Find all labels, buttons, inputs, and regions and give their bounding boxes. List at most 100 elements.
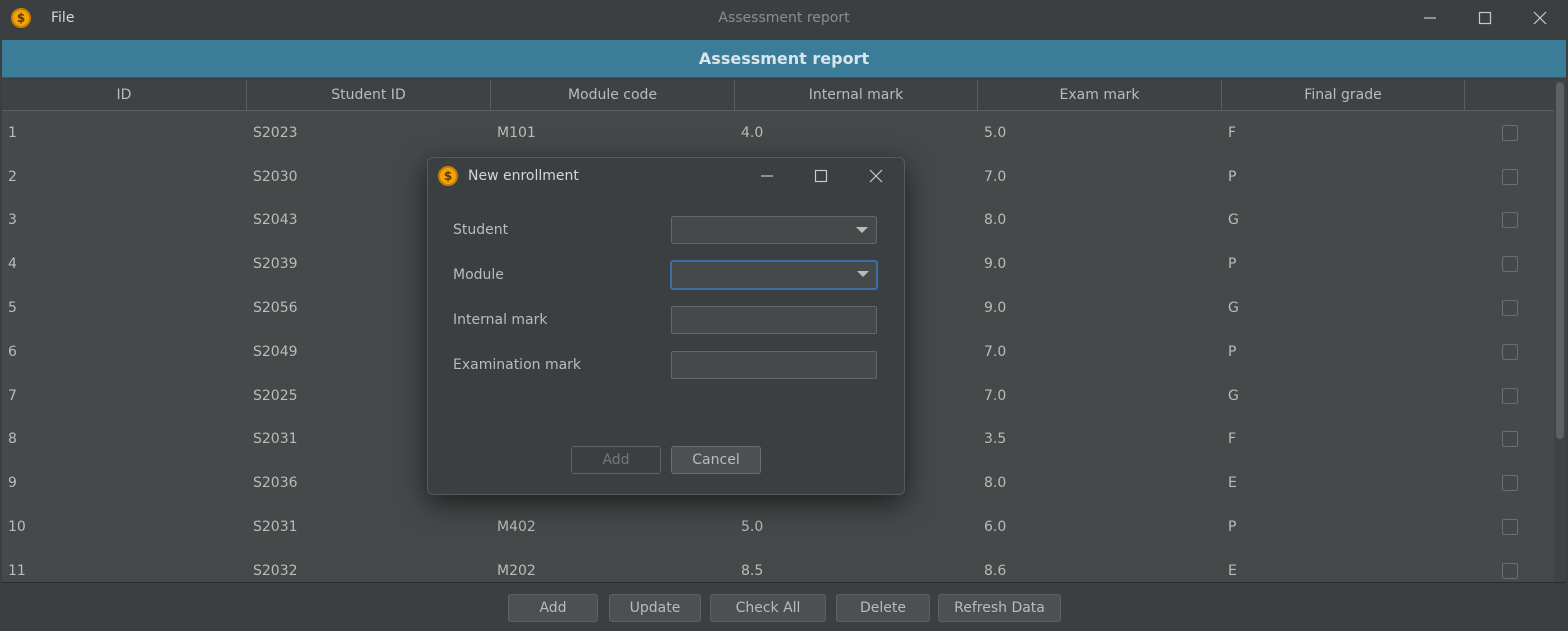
table-header: ID Student ID Module code Internal mark … xyxy=(2,80,1554,111)
cell-id: 4 xyxy=(8,256,17,273)
row-checkbox[interactable] xyxy=(1501,519,1518,536)
cell-grade: P xyxy=(1228,256,1237,273)
cell-grade: P xyxy=(1228,519,1237,536)
dialog-title: New enrollment xyxy=(468,168,579,184)
cell-grade: G xyxy=(1228,212,1239,229)
cell-internal: 4.0 xyxy=(741,124,764,141)
dialog-close-button[interactable] xyxy=(862,164,890,188)
row-checkbox[interactable] xyxy=(1501,431,1518,448)
internal-mark-label: Internal mark xyxy=(453,312,548,328)
column-header-internal-mark[interactable]: Internal mark xyxy=(735,80,978,111)
column-header-select[interactable] xyxy=(1465,80,1554,111)
cell-grade: P xyxy=(1228,168,1237,185)
cell-module: M101 xyxy=(497,124,536,141)
cell-exam: 5.0 xyxy=(984,124,1007,141)
column-header-student-id[interactable]: Student ID xyxy=(247,80,491,111)
table-row[interactable]: 1 S2023 M101 4.0 5.0 F xyxy=(2,111,1554,155)
row-checkbox[interactable] xyxy=(1501,124,1518,141)
cell-select xyxy=(1465,387,1554,404)
cell-select xyxy=(1465,256,1554,273)
cell-grade: P xyxy=(1228,343,1237,360)
module-label: Module xyxy=(453,267,504,283)
row-checkbox[interactable] xyxy=(1501,562,1518,579)
student-select[interactable] xyxy=(671,216,877,244)
cell-student: S2032 xyxy=(253,562,298,579)
column-header-final-grade[interactable]: Final grade xyxy=(1222,80,1465,111)
cell-exam: 9.0 xyxy=(984,256,1007,273)
cell-exam: 6.0 xyxy=(984,519,1007,536)
table-row[interactable]: 10 S2031 M402 5.0 6.0 P xyxy=(2,505,1554,549)
cell-internal: 8.5 xyxy=(741,562,764,579)
dialog-cancel-button[interactable]: Cancel xyxy=(671,446,761,474)
cell-id: 5 xyxy=(8,300,17,317)
close-button[interactable] xyxy=(1525,6,1555,30)
cell-id: 6 xyxy=(8,343,17,360)
cell-id: 9 xyxy=(8,475,17,492)
chevron-down-icon xyxy=(857,271,869,277)
title-bar: $ File Assessment report xyxy=(0,0,1568,38)
row-checkbox[interactable] xyxy=(1501,300,1518,317)
maximize-icon xyxy=(1478,11,1492,25)
cell-id: 2 xyxy=(8,168,17,185)
scrollbar-thumb[interactable] xyxy=(1556,82,1564,439)
cell-select xyxy=(1465,562,1554,579)
update-button[interactable]: Update xyxy=(609,594,701,622)
cell-exam: 3.5 xyxy=(984,431,1007,448)
dialog-minimize-button[interactable] xyxy=(753,164,781,188)
cell-select xyxy=(1465,168,1554,185)
cell-id: 8 xyxy=(8,431,17,448)
close-icon xyxy=(869,169,883,183)
cell-exam: 7.0 xyxy=(984,387,1007,404)
add-button[interactable]: Add xyxy=(508,594,598,622)
cell-id: 3 xyxy=(8,212,17,229)
cell-select xyxy=(1465,212,1554,229)
row-checkbox[interactable] xyxy=(1501,168,1518,185)
cell-module: M402 xyxy=(497,519,536,536)
dialog-add-button[interactable]: Add xyxy=(571,446,661,474)
cell-id: 10 xyxy=(8,519,26,536)
dialog-maximize-button[interactable] xyxy=(807,164,835,188)
minimize-icon xyxy=(1424,17,1436,19)
cell-select xyxy=(1465,431,1554,448)
cell-grade: F xyxy=(1228,431,1237,448)
examination-mark-label: Examination mark xyxy=(453,357,582,373)
internal-mark-input[interactable] xyxy=(671,306,877,334)
close-icon xyxy=(1533,11,1547,25)
column-header-id[interactable]: ID xyxy=(2,80,247,111)
cell-student: S2023 xyxy=(253,124,298,141)
cell-exam: 8.0 xyxy=(984,212,1007,229)
cell-id: 1 xyxy=(8,124,17,141)
vertical-scrollbar[interactable] xyxy=(1554,80,1566,582)
cell-internal: 5.0 xyxy=(741,519,764,536)
cell-id: 7 xyxy=(8,387,17,404)
student-label: Student xyxy=(453,222,509,238)
row-checkbox[interactable] xyxy=(1501,212,1518,229)
cell-exam: 7.0 xyxy=(984,168,1007,185)
cell-exam: 8.0 xyxy=(984,475,1007,492)
cell-module: M202 xyxy=(497,562,536,579)
cell-exam: 8.6 xyxy=(984,562,1007,579)
row-checkbox[interactable] xyxy=(1501,475,1518,492)
column-header-exam-mark[interactable]: Exam mark xyxy=(978,80,1222,111)
column-header-module-code[interactable]: Module code xyxy=(491,80,735,111)
row-checkbox[interactable] xyxy=(1501,387,1518,404)
examination-mark-input[interactable] xyxy=(671,351,877,379)
cell-grade: G xyxy=(1228,300,1239,317)
row-checkbox[interactable] xyxy=(1501,343,1518,360)
cell-exam: 7.0 xyxy=(984,343,1007,360)
table-row[interactable]: 11 S2032 M202 8.5 8.6 E xyxy=(2,549,1554,582)
cell-select xyxy=(1465,519,1554,536)
cell-select xyxy=(1465,300,1554,317)
refresh-data-button[interactable]: Refresh Data xyxy=(938,594,1061,622)
row-checkbox[interactable] xyxy=(1501,256,1518,273)
cell-grade: F xyxy=(1228,124,1237,141)
minimize-button[interactable] xyxy=(1415,6,1445,30)
cell-grade: E xyxy=(1228,562,1237,579)
check-all-button[interactable]: Check All xyxy=(710,594,826,622)
maximize-button[interactable] xyxy=(1470,6,1500,30)
cell-id: 11 xyxy=(8,562,26,579)
module-select[interactable] xyxy=(670,260,878,290)
minimize-icon xyxy=(761,175,773,177)
cell-select xyxy=(1465,475,1554,492)
delete-button[interactable]: Delete xyxy=(836,594,930,622)
